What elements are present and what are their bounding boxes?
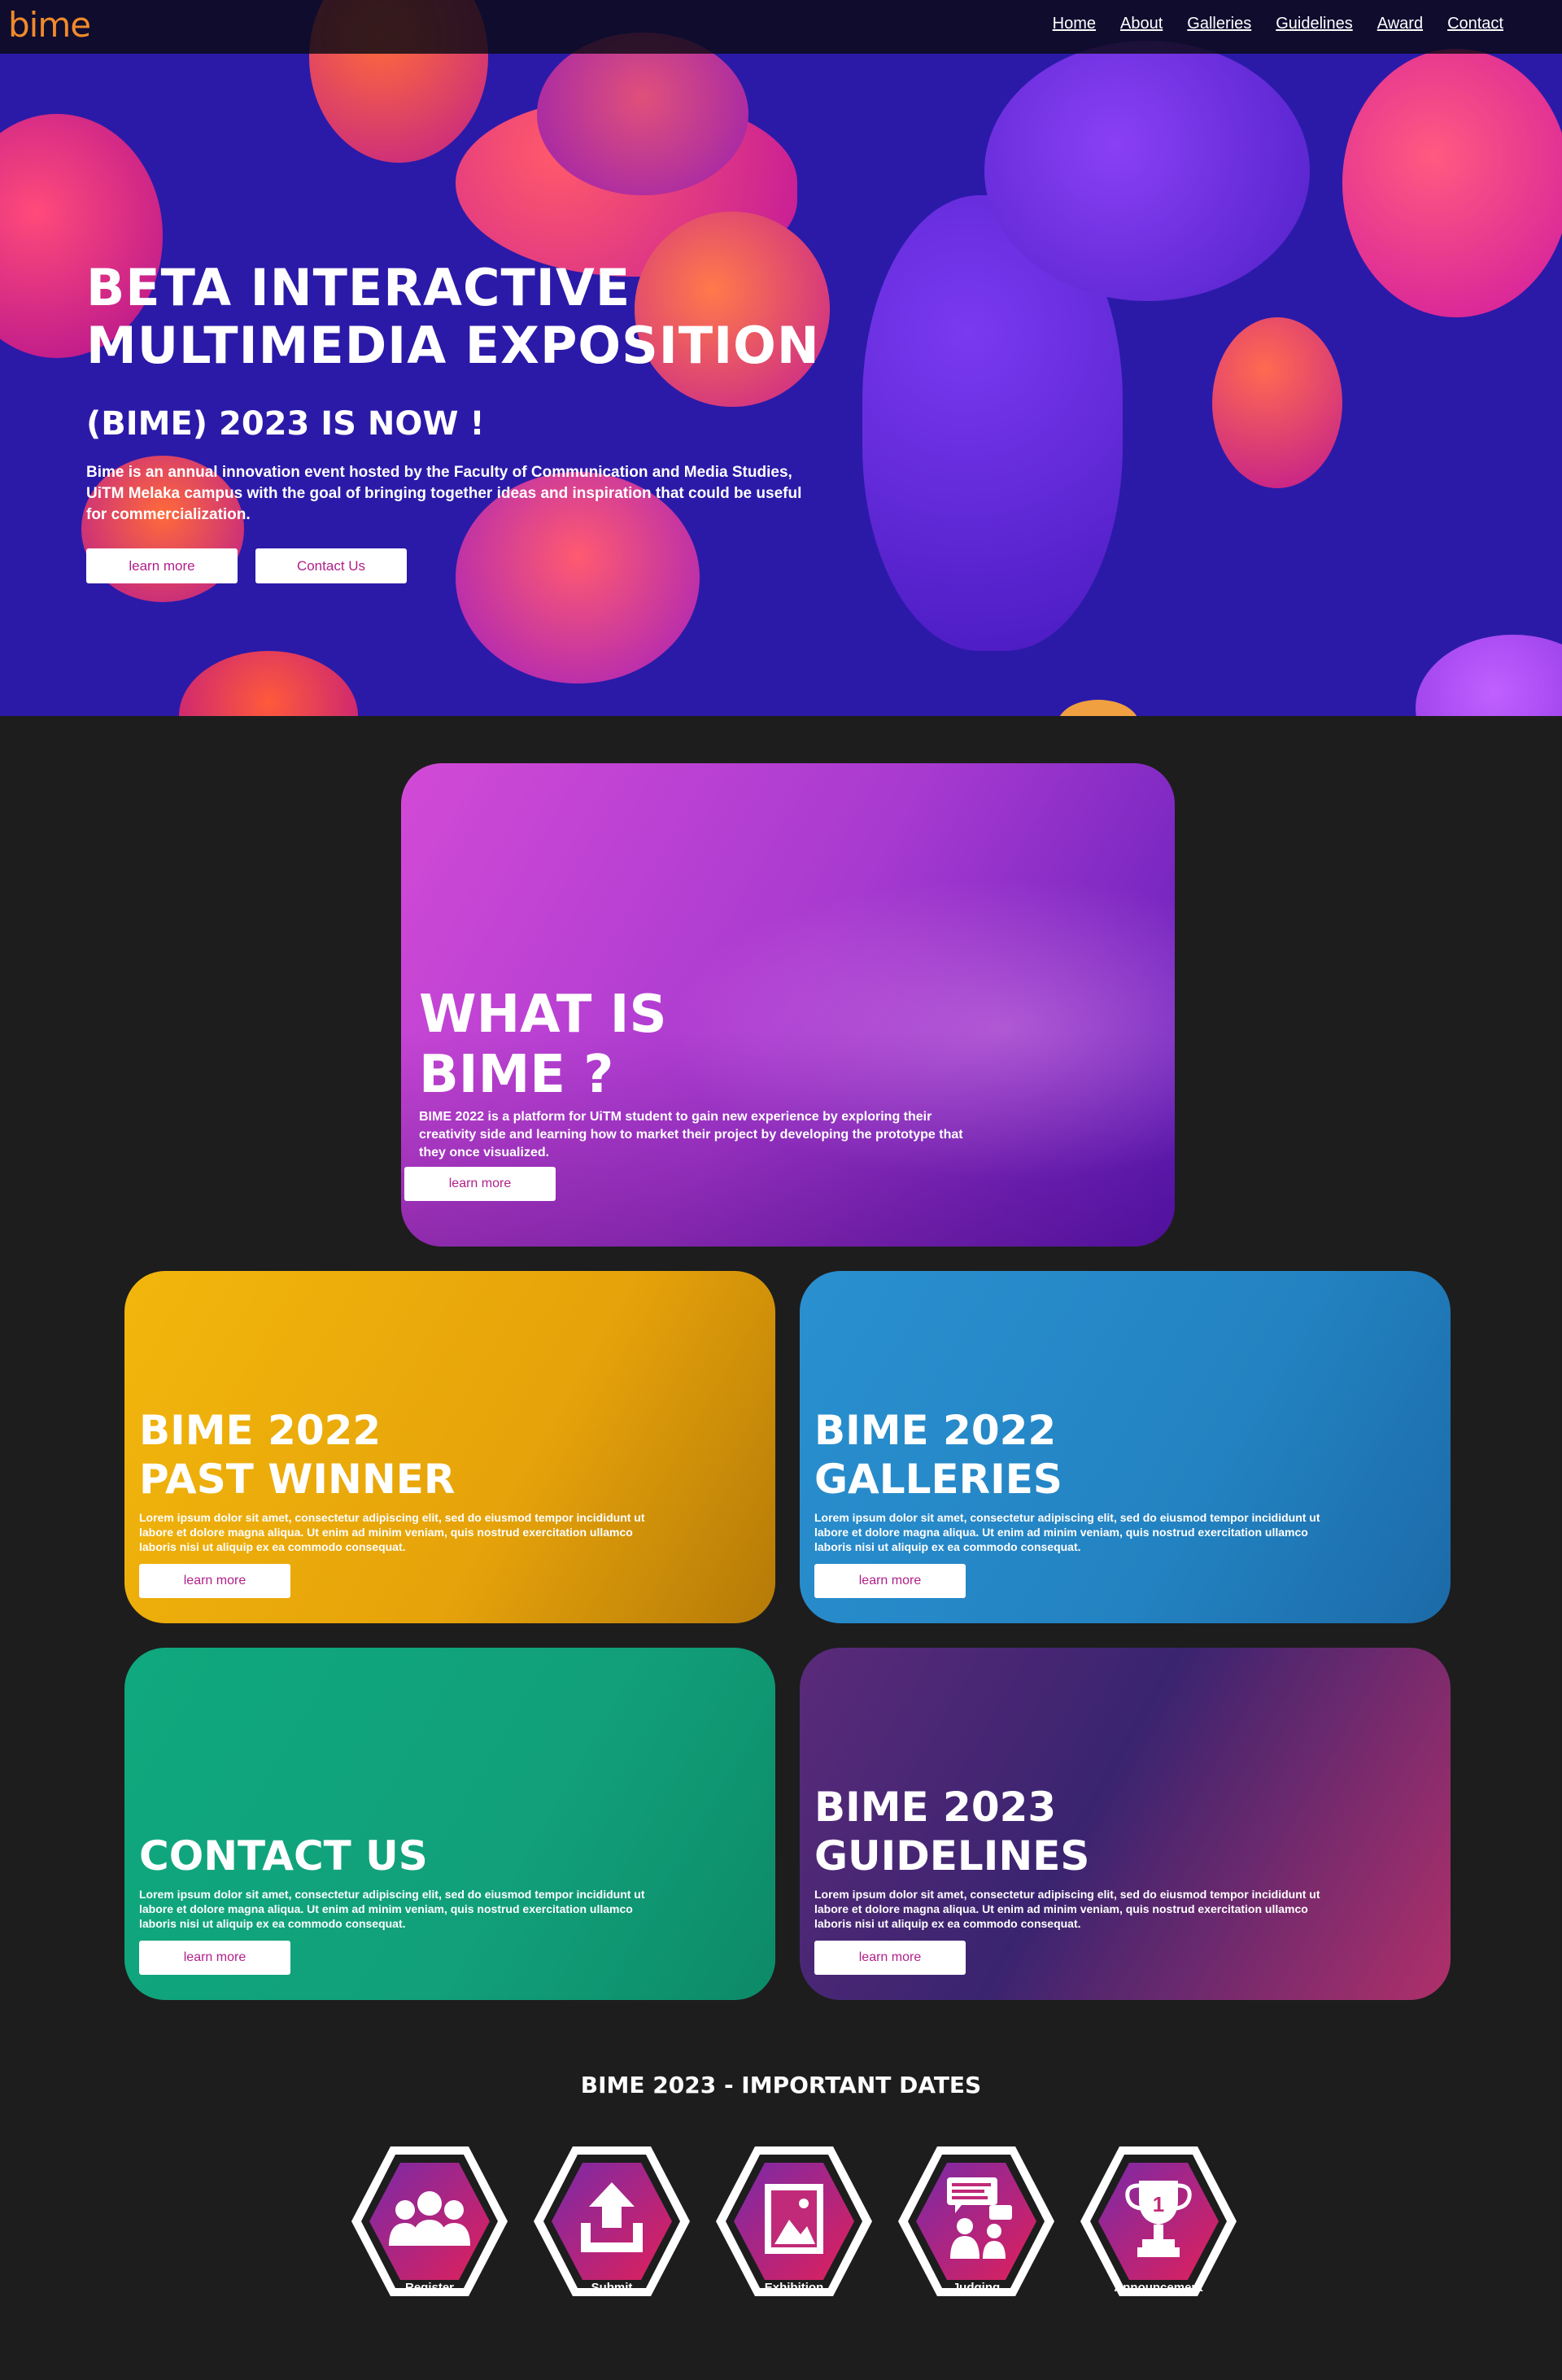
nav-guidelines[interactable]: Guidelines [1276, 15, 1353, 33]
learn-more-button[interactable]: learn more [139, 1941, 290, 1975]
card-title-line1: CONTACT US [139, 1832, 428, 1880]
card-description: Lorem ipsum dolor sit amet, consectetur … [814, 1511, 1320, 1553]
hero-section: BETA INTERACTIVE MULTIMEDIA EXPOSITION (… [0, 0, 1562, 716]
hero-description: Bime is an annual innovation event hoste… [86, 464, 802, 523]
card-description: BIME 2022 is a platform for UiTM student… [419, 1110, 963, 1159]
hero-title-line2: MULTIMEDIA EXPOSITION [86, 316, 820, 375]
card-description: Lorem ipsum dolor sit amet, consectetur … [139, 1511, 645, 1553]
date-label: Register [404, 2281, 455, 2295]
card-title-line1: BIME 2022 [139, 1407, 382, 1454]
card-title-line1: BIME 2023 [814, 1784, 1057, 1831]
hero-blob [1212, 317, 1342, 488]
card-title-line2: GUIDELINES [814, 1832, 1090, 1880]
nav-home[interactable]: Home [1053, 15, 1096, 33]
hero-blob [537, 33, 748, 195]
hero-blob [1342, 49, 1562, 317]
card-title-line2: GALLERIES [814, 1456, 1062, 1503]
main-nav: Home About Galleries Guidelines Award Co… [1028, 15, 1503, 33]
card-what-is-bime: WHAT IS BIME ? BIME 2022 is a platform f… [401, 763, 1175, 1247]
card-description: Lorem ipsum dolor sit amet, consectetur … [814, 1888, 1320, 1930]
card-title-line1: BIME 2022 [814, 1407, 1057, 1454]
learn-more-button[interactable]: learn more [814, 1941, 966, 1975]
date-label: Announcement [1114, 2281, 1203, 2295]
learn-more-button[interactable]: learn more [814, 1564, 966, 1598]
logo[interactable]: bime [8, 5, 91, 45]
nav-galleries[interactable]: Galleries [1187, 15, 1251, 33]
hero-blob [179, 651, 358, 716]
card-contact-us: CONTACT US Lorem ipsum dolor sit amet, c… [124, 1648, 775, 2000]
hero-subtitle: (BIME) 2023 IS NOW ! [86, 405, 485, 443]
contact-us-button[interactable]: Contact Us [255, 548, 407, 583]
nav-about[interactable]: About [1120, 15, 1163, 33]
date-label: Judging [952, 2281, 1001, 2295]
hero-content: BETA INTERACTIVE MULTIMEDIA EXPOSITION (… [86, 259, 916, 583]
card-galleries: BIME 2022 GALLERIES Lorem ipsum dolor si… [800, 1271, 1451, 1623]
learn-more-button[interactable]: learn more [404, 1167, 556, 1201]
card-past-winner: BIME 2022 PAST WINNER Lorem ipsum dolor … [124, 1271, 775, 1623]
hero-blob [1416, 635, 1562, 716]
important-dates-title: BIME 2023 - IMPORTANT DATES [580, 2072, 982, 2098]
learn-more-button[interactable]: learn more [86, 548, 238, 583]
card-title-line2: BIME ? [419, 1045, 614, 1105]
nav-contact[interactable]: Contact [1447, 15, 1503, 33]
card-title-line2: PAST WINNER [139, 1456, 456, 1503]
hero-blob [984, 41, 1310, 301]
hero-title-line1: BETA INTERACTIVE [86, 258, 631, 317]
trophy-number: 1 [1153, 2192, 1164, 2216]
top-navbar: bime Home About Galleries Guidelines Awa… [0, 0, 1562, 54]
learn-more-button[interactable]: learn more [139, 1564, 290, 1598]
date-label: Exhibition [764, 2281, 824, 2295]
hero-buttons: learn more Contact Us [86, 548, 916, 583]
nav-award[interactable]: Award [1377, 15, 1423, 33]
card-description: Lorem ipsum dolor sit amet, consectetur … [139, 1888, 645, 1930]
card-guidelines: BIME 2023 GUIDELINES Lorem ipsum dolor s… [800, 1648, 1451, 2000]
date-label: Submit [591, 2281, 633, 2295]
hero-blob [1058, 700, 1139, 716]
card-title-line1: WHAT IS [419, 985, 667, 1045]
